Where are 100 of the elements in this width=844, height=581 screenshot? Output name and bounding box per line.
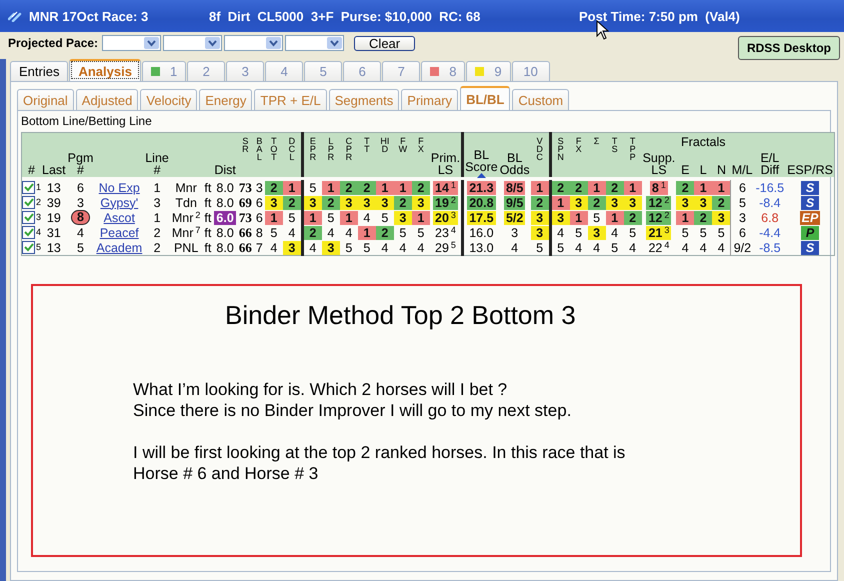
view-tab[interactable]: Original — [17, 89, 74, 110]
table-cell-text: 3 — [76, 196, 85, 210]
horse-name-link[interactable]: No Exp — [96, 180, 142, 194]
main-tab[interactable]: 2 — [187, 61, 226, 81]
main-tab[interactable]: 10 — [512, 61, 550, 81]
ranked-cell: 6.0 — [214, 210, 236, 224]
table-cell-text: 3 — [254, 180, 264, 194]
table-cell-text: 5 — [738, 196, 747, 210]
table-cell-text: 9/2 — [732, 240, 752, 254]
column-header: FW — [398, 137, 408, 153]
checkbox[interactable] — [22, 180, 35, 194]
table-cell-text: 4 — [416, 240, 426, 254]
main-tab[interactable]: 4 — [265, 61, 304, 81]
checkbox[interactable] — [22, 226, 35, 239]
ranked-cell: 1 — [358, 226, 376, 240]
ranked-cell: 3 — [588, 226, 606, 240]
ranked-cell: 1 — [624, 180, 642, 194]
table-cell-text: 5 — [76, 240, 85, 254]
horse-name-link[interactable]: Gypsy' — [98, 196, 140, 210]
column-header: N — [716, 164, 726, 176]
view-tab[interactable]: Segments — [328, 89, 400, 110]
view-tab[interactable]: Velocity — [140, 89, 198, 110]
column-group-header: Fractals — [681, 136, 726, 148]
table-cell-text: 5 — [535, 240, 544, 254]
column-header: TPP — [628, 137, 637, 161]
main-tab[interactable]: 1 — [142, 61, 186, 81]
column-header: E — [681, 164, 690, 176]
view-tab[interactable]: Energy — [199, 89, 252, 110]
main-tab[interactable]: 5 — [304, 61, 342, 81]
table-cell-text: 8.0 — [215, 226, 235, 240]
view-tab[interactable]: Primary — [401, 89, 458, 110]
pace-dropdown[interactable] — [224, 35, 284, 51]
annotation-text: Horse # 6 and Horse # 3 — [133, 463, 320, 484]
ranked-cell: 3 — [530, 210, 549, 224]
pace-dropdown[interactable] — [163, 35, 222, 51]
ranked-cell: 3 — [412, 196, 430, 210]
column-header: Dist — [214, 164, 236, 176]
table-cell-text: 4 — [76, 226, 85, 240]
ranked-cell: 2 — [322, 196, 340, 210]
ranked-cell: 1 — [376, 180, 394, 194]
table-cell-text: 13.0 — [468, 240, 495, 254]
clear-button[interactable]: Clear — [354, 36, 416, 50]
table-cell-text: 66 — [238, 226, 253, 240]
annotation-text: Since there is no Binder Improver I will go to my next step. — [133, 400, 572, 421]
table-cell-text: 31 — [46, 226, 62, 240]
desktop-button[interactable]: RDSS Desktop — [738, 36, 840, 60]
main-tab[interactable]: 9 — [466, 61, 511, 81]
ranked-cell: 3 — [676, 196, 694, 210]
ranked-cell: 20 $^{3}$ — [433, 210, 458, 224]
row-number: 3 — [36, 211, 42, 224]
pace-dropdown[interactable] — [102, 35, 162, 51]
ranked-cell: 3 — [712, 210, 730, 224]
checkbox[interactable] — [22, 240, 35, 254]
ranked-cell: 1 — [606, 210, 624, 224]
column-header: TOT — [269, 137, 278, 161]
ranked-cell: 2 — [694, 210, 712, 224]
checkbox[interactable] — [22, 210, 35, 224]
ranked-cell: 3 — [552, 210, 570, 224]
ranked-cell: 3 — [570, 196, 588, 210]
table-cell-text: 5 — [680, 226, 690, 240]
view-tab[interactable]: Adjusted — [76, 89, 138, 110]
ranked-cell: 1 — [530, 180, 549, 194]
horse-name-link[interactable]: Academ — [94, 240, 144, 254]
checkbox[interactable] — [22, 196, 35, 209]
table-cell-text: ft — [203, 180, 212, 194]
column-header: Line # — [145, 152, 169, 176]
main-tab[interactable]: 8 — [421, 61, 466, 81]
column-header: Prim. LS — [430, 152, 460, 176]
table-cell-text: 6.8 — [760, 210, 780, 224]
ranked-cell: 1 — [712, 180, 730, 194]
main-tab[interactable]: Analysis — [69, 59, 141, 81]
row-number: 5 — [36, 241, 42, 254]
column-header: VDC — [535, 137, 544, 161]
ranked-cell: 2 — [552, 180, 570, 194]
table-cell-text: 5 — [716, 226, 726, 240]
column-header: E/L Diff — [759, 152, 780, 176]
table-cell-text: 5 — [308, 180, 318, 194]
table-cell-text: 2 — [152, 226, 162, 240]
table-cell-text: 4 — [380, 240, 390, 254]
table-cell-text: 4 — [592, 240, 602, 254]
column-header: Last — [42, 164, 66, 176]
main-tab[interactable]: 3 — [226, 61, 264, 81]
ranked-cell: 2 — [412, 180, 430, 194]
horse-name-link[interactable]: Peacef — [98, 226, 141, 240]
pace-dropdown[interactable] — [285, 35, 344, 51]
main-tab[interactable]: Entries — [10, 61, 68, 81]
view-tab[interactable]: BL/BL — [460, 86, 510, 110]
horse-name-link[interactable]: Ascot — [102, 210, 137, 224]
column-header: BL Score — [465, 149, 498, 173]
table-cell-text: Mnr — [174, 180, 198, 194]
table-cell-text: 4 — [556, 226, 566, 240]
main-tab[interactable]: 7 — [382, 61, 420, 81]
table-cell-text: 1 — [152, 180, 162, 194]
table-cell-text: 4 — [326, 226, 336, 240]
row-number: 2 — [36, 196, 42, 210]
view-tab[interactable]: Custom — [512, 89, 570, 110]
style-badge: S — [801, 180, 820, 194]
view-tab[interactable]: TPR + E/L — [254, 89, 327, 110]
main-tab[interactable]: 6 — [343, 61, 382, 81]
table-cell-text: 39 — [46, 196, 62, 210]
